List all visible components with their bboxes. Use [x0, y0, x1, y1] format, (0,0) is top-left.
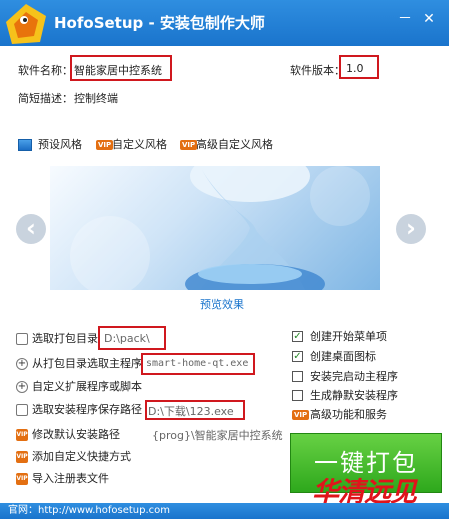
previous-style-button[interactable]: ‹	[16, 214, 46, 244]
install-path-value: {prog}\智能家居中控系统	[152, 429, 283, 442]
preset-style-icon	[18, 139, 32, 151]
folder-icon	[16, 404, 28, 416]
hourglass-illustration	[70, 166, 370, 290]
vip-icon: VIP	[16, 451, 28, 463]
tab-advanced-custom-style[interactable]: VIP 高级自定义风格	[180, 136, 300, 154]
pack-dir-value: D:\pack\	[104, 332, 150, 345]
vip-icon: VIP	[16, 429, 28, 441]
checkbox-checked-icon: ✓	[292, 351, 303, 362]
title-bar: HofoSetup - 安装包制作大师 － ✕	[0, 0, 449, 46]
status-bar: 官网：http://www.hofosetup.com	[0, 503, 449, 519]
window-title: HofoSetup - 安装包制作大师	[54, 14, 265, 32]
vip-icon: VIP	[16, 473, 28, 485]
minimize-button[interactable]: －	[396, 10, 414, 28]
style-preview-image	[50, 166, 380, 290]
app-logo-icon	[6, 4, 46, 44]
website-link[interactable]: 官网：http://www.hofosetup.com	[8, 503, 170, 519]
tab-preset-style[interactable]: 预设风格	[18, 136, 92, 154]
vip-icon: VIP	[96, 140, 114, 150]
main-program-value: smart-home-qt.exe	[146, 358, 249, 369]
checkbox-unchecked-icon	[292, 371, 303, 382]
close-button[interactable]: ✕	[420, 10, 438, 28]
checkbox-checked-icon: ✓	[292, 331, 303, 342]
checkbox-unchecked-icon	[292, 390, 303, 401]
software-name-field[interactable]: 智能家居中控系统	[74, 62, 162, 78]
vip-icon: VIP	[180, 140, 198, 150]
plus-circle-icon: +	[16, 381, 28, 393]
description-label: 简短描述：	[18, 92, 73, 105]
folder-icon	[16, 333, 28, 345]
plus-circle-icon: +	[16, 358, 28, 370]
vip-icon: VIP	[292, 410, 310, 420]
save-path-value: D:\下载\123.exe	[148, 405, 234, 418]
preview-effect-link[interactable]: 预览效果	[200, 296, 244, 312]
next-style-button[interactable]: ›	[396, 214, 426, 244]
tab-custom-style[interactable]: VIP 自定义风格	[96, 136, 182, 154]
software-version-label: 软件版本：	[290, 64, 345, 77]
software-version-field[interactable]: 1.0	[346, 62, 364, 75]
software-name-label: 软件名称：	[18, 64, 73, 77]
description-field[interactable]: 控制终端	[74, 90, 118, 106]
